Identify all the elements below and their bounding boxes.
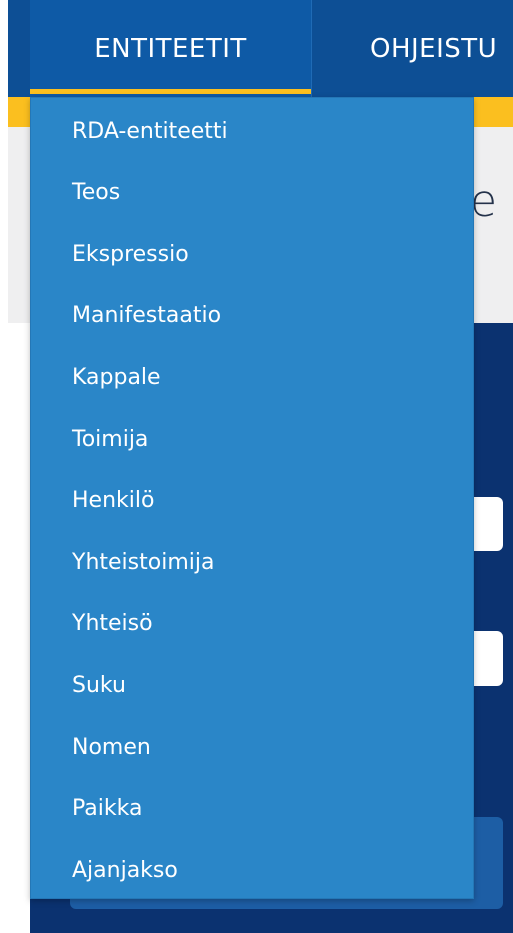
menu-item-manifestation[interactable]: Manifestaatio (72, 296, 221, 336)
top-navigation: ENTITEETIT OHJEISTU (8, 0, 513, 97)
menu-item-nomen[interactable]: Nomen (72, 728, 151, 768)
tab-entities[interactable]: ENTITEETIT (30, 0, 312, 97)
active-tab-indicator (30, 89, 311, 94)
tab-guides-label: OHJEISTU (370, 33, 498, 64)
page-heading-partial: e (470, 176, 498, 227)
menu-item-place[interactable]: Paikka (72, 789, 142, 829)
menu-item-work[interactable]: Teos (72, 173, 120, 213)
entities-dropdown-menu: RDA-entiteetti Teos Ekspressio Manifesta… (30, 97, 474, 899)
tab-guides[interactable]: OHJEISTU (312, 0, 513, 97)
menu-item-expression[interactable]: Ekspressio (72, 235, 189, 275)
tab-entities-label: ENTITEETIT (94, 33, 247, 64)
menu-item-rda-entity[interactable]: RDA-entiteetti (72, 112, 228, 152)
page: ENTITEETIT OHJEISTU e RDA-entiteetti Teo… (0, 0, 513, 933)
menu-item-family[interactable]: Suku (72, 666, 126, 706)
menu-item-collective-agent[interactable]: Yhteistoimija (72, 543, 214, 583)
menu-item-item[interactable]: Kappale (72, 358, 161, 398)
menu-item-agent[interactable]: Toimija (72, 420, 148, 460)
menu-item-timespan[interactable]: Ajanjakso (72, 851, 178, 891)
menu-item-corporate-body[interactable]: Yhteisö (72, 604, 153, 644)
menu-item-person[interactable]: Henkilö (72, 481, 154, 521)
